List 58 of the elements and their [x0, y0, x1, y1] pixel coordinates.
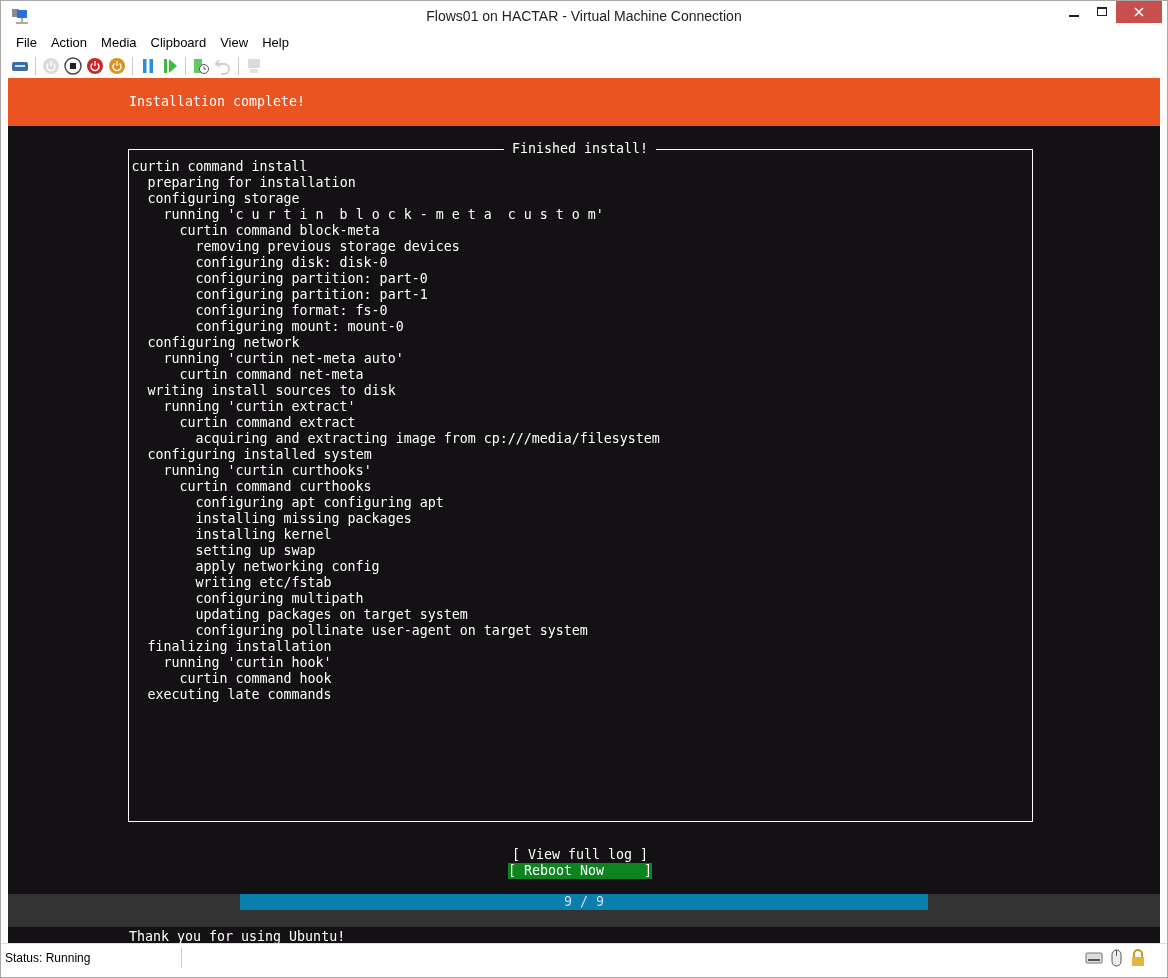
log-line: configuring mount: mount-0: [195, 319, 404, 334]
maximize-icon: [1097, 7, 1107, 17]
log-line: writing install sources to disk: [147, 383, 396, 398]
log-line: installing missing packages: [195, 511, 412, 526]
menu-item[interactable]: Action: [43, 34, 95, 50]
log-line: running 'c u r t i n b l o c k - m e t a c u s t o m': [163, 207, 604, 222]
log-line: acquiring and extracting image from cp:///media/filesystem: [195, 431, 660, 446]
installer-header: Installation complete!: [129, 94, 306, 110]
progress-label: 9 / 9: [563, 894, 605, 910]
menu-item[interactable]: View: [213, 34, 256, 50]
log-line: apply networking config: [195, 559, 380, 574]
log-line: setting up swap: [195, 543, 316, 558]
view-log-button[interactable]: [ View full log ]: [511, 847, 649, 863]
menu-item[interactable]: File: [9, 34, 44, 50]
log-line: curtin command net-meta: [179, 367, 364, 382]
log-line: curtin command curthooks: [179, 479, 372, 494]
log-line: configuring multipath: [195, 591, 364, 606]
log-line: configuring partition: part-1: [195, 287, 428, 302]
keyboard-icon[interactable]: [1085, 949, 1103, 967]
reboot-button[interactable]: [ Reboot Now ]: [507, 863, 653, 879]
stop-icon[interactable]: [64, 56, 82, 75]
minimize-icon: [1069, 15, 1079, 17]
menu-item[interactable]: Help: [255, 34, 296, 50]
log-line: installing kernel: [195, 527, 332, 542]
close-icon: [1134, 7, 1144, 17]
status-text: Status: Running: [1, 948, 182, 968]
log-line: curtin command hook: [179, 671, 332, 686]
log-line: running 'curtin extract': [163, 399, 356, 414]
log-line: curtin command install: [131, 159, 308, 174]
power-icon[interactable]: [86, 56, 104, 75]
log-line: configuring partition: part-0: [195, 271, 428, 286]
log-line: configuring apt configuring apt: [195, 495, 444, 510]
log-line: curtin command extract: [179, 415, 356, 430]
computer-icon: [11, 7, 29, 25]
log-line: removing previous storage devices: [195, 239, 460, 254]
log-line: executing late commands: [147, 687, 332, 702]
play-icon[interactable]: [161, 56, 179, 75]
checkpoint-icon[interactable]: [192, 56, 210, 75]
footer-message: Thank you for using Ubuntu!: [129, 929, 346, 943]
log-line: running 'curtin curthooks': [163, 463, 372, 478]
log-line: configuring storage: [147, 191, 300, 206]
log-line: writing etc/fstab: [195, 575, 332, 590]
log-line: configuring format: fs-0: [195, 303, 388, 318]
power-icon[interactable]: [108, 56, 126, 75]
log-line: configuring disk: disk-0: [195, 255, 388, 270]
menu-item[interactable]: Clipboard: [143, 34, 214, 50]
lock-icon[interactable]: [1129, 949, 1147, 967]
log-line: updating packages on target system: [195, 607, 468, 622]
log-line: configuring pollinate user-agent on target system: [195, 623, 588, 638]
log-line: preparing for installation: [147, 175, 356, 190]
log-line: curtin command block-meta: [179, 223, 380, 238]
log-line: finalizing installation: [147, 639, 332, 654]
log-line: running 'curtin net-meta auto': [163, 351, 404, 366]
log-line: running 'curtin hook': [163, 655, 332, 670]
log-line: configuring installed system: [147, 447, 372, 462]
window-title: Flows01 on HACTAR - Virtual Machine Connection: [426, 8, 742, 24]
menu-item[interactable]: Media: [94, 34, 144, 50]
log-line: configuring network: [147, 335, 300, 350]
